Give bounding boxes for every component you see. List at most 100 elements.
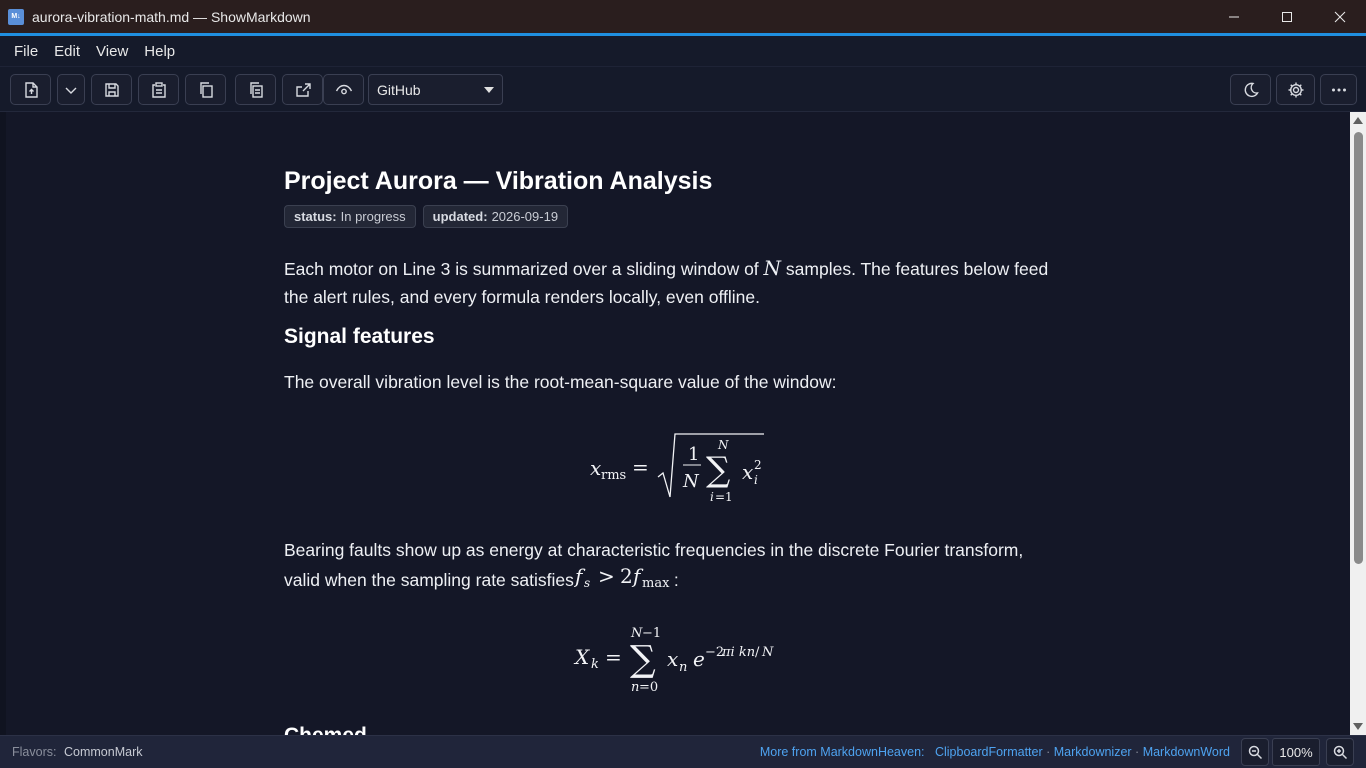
- new-file-icon: [24, 81, 38, 98]
- caret-down-icon: [484, 87, 494, 93]
- rms-formula: x rms = 1 N N ∑ i =1 x 2 i: [584, 427, 774, 507]
- status-badge: status: In progress: [284, 205, 416, 228]
- more-icon: [1331, 87, 1346, 91]
- chevron-down-icon: [65, 87, 77, 94]
- preview-eye-icon: [335, 84, 352, 94]
- zoom-out-button[interactable]: [1241, 738, 1269, 766]
- svg-text:i: i: [710, 490, 714, 504]
- left-edge: [0, 112, 6, 735]
- minimize-icon: [1228, 16, 1239, 17]
- paste-icon: [151, 81, 166, 98]
- dft-formula: X k = N −1 ∑ n =0 x n e −2 πi kn / N: [569, 620, 789, 700]
- updated-badge-value: 2026-09-19: [491, 209, 559, 224]
- link-clipboardformatter[interactable]: ClipboardFormatter: [935, 745, 1043, 759]
- style-select-value: GitHub: [377, 81, 421, 98]
- status-badge-key: status:: [294, 209, 337, 224]
- svg-text:πi kn: πi kn: [721, 645, 755, 660]
- scroll-thumb[interactable]: [1354, 132, 1363, 564]
- maximize-icon: [1281, 11, 1292, 22]
- menu-edit[interactable]: Edit: [46, 43, 88, 60]
- copy-button[interactable]: [185, 74, 226, 105]
- window-title: aurora-vibration-math.md — ShowMarkdown: [32, 8, 311, 25]
- svg-text:2: 2: [620, 566, 633, 588]
- badge-row: status: In progress updated: 2026-09-19: [284, 205, 569, 228]
- svg-text:i: i: [754, 473, 758, 487]
- svg-text:x: x: [667, 647, 678, 671]
- dft-text-end: :: [673, 570, 679, 590]
- svg-text:/: /: [755, 645, 760, 660]
- toolbar: GitHub: [0, 67, 1366, 112]
- svg-text:=: =: [605, 645, 622, 669]
- intro-text-a: Each motor on Line 3 is summarized over …: [284, 259, 764, 279]
- menu-help[interactable]: Help: [136, 43, 183, 60]
- svg-text:>: >: [598, 566, 615, 588]
- link-markdownword[interactable]: MarkdownWord: [1143, 745, 1230, 759]
- close-button[interactable]: [1313, 0, 1366, 33]
- flavors-value[interactable]: CommonMark: [64, 745, 143, 759]
- app-icon: M↓: [8, 8, 24, 25]
- vertical-scrollbar[interactable]: [1350, 112, 1366, 735]
- document-title: Project Aurora — Vibration Analysis: [284, 167, 713, 195]
- export-icon: [295, 82, 311, 97]
- copy-formatted-button[interactable]: [235, 74, 276, 105]
- paste-button[interactable]: [138, 74, 179, 105]
- more-button[interactable]: [1320, 74, 1357, 105]
- theme-moon-icon: [1244, 82, 1259, 97]
- status-badge-value: In progress: [340, 209, 406, 224]
- copy-formatted-icon: [249, 81, 263, 98]
- style-select[interactable]: GitHub: [368, 74, 503, 105]
- scroll-down-icon[interactable]: [1353, 723, 1363, 730]
- intro-line-1: Each motor on Line 3 is summarized over …: [284, 254, 1048, 283]
- zoom-level[interactable]: 100%: [1272, 738, 1320, 766]
- svg-text:X: X: [573, 645, 590, 669]
- maximize-button[interactable]: [1260, 0, 1313, 33]
- svg-text:rms: rms: [601, 468, 626, 483]
- dft-paragraph: Bearing faults show up as energy at char…: [284, 538, 1023, 592]
- svg-text:N: N: [761, 645, 774, 660]
- next-heading-partial: Chemed: [284, 724, 367, 735]
- close-icon: [1334, 11, 1345, 22]
- section-heading: Signal features: [284, 325, 435, 348]
- svg-text:k: k: [591, 657, 599, 672]
- svg-text:=1: =1: [715, 490, 733, 504]
- gear-icon: [1288, 82, 1303, 97]
- menu-file[interactable]: File: [6, 43, 46, 60]
- svg-text:∑: ∑: [630, 639, 656, 680]
- theme-toggle-button[interactable]: [1230, 74, 1271, 105]
- title-bar: M↓ aurora-vibration-math.md — ShowMarkdo…: [0, 0, 1366, 33]
- export-button[interactable]: [282, 74, 323, 105]
- svg-text:x: x: [742, 460, 753, 484]
- zoom-in-icon: [1333, 745, 1347, 759]
- updated-badge: updated: 2026-09-19: [422, 205, 569, 228]
- new-file-dropdown[interactable]: [57, 74, 85, 105]
- svg-text:max: max: [642, 576, 670, 590]
- settings-button[interactable]: [1276, 74, 1315, 105]
- intro-paragraph: Each motor on Line 3 is summarized over …: [284, 254, 1048, 311]
- svg-text:1: 1: [688, 444, 699, 465]
- menu-view[interactable]: View: [88, 43, 136, 60]
- save-icon: [104, 82, 119, 97]
- sampling-inequality: f s > 2 f max: [574, 566, 670, 590]
- dft-text-a: valid when the sampling rate satisfies: [284, 570, 574, 590]
- flavors-label: Flavors:: [12, 745, 57, 759]
- minimize-button[interactable]: [1207, 0, 1260, 33]
- status-bar: Flavors: CommonMark More from MarkdownHe…: [0, 735, 1366, 768]
- link-markdownizer[interactable]: Markdownizer: [1054, 745, 1132, 759]
- preview-pane[interactable]: Project Aurora — Vibration Analysis stat…: [0, 112, 1350, 735]
- zoom-in-button[interactable]: [1326, 738, 1354, 766]
- scroll-up-icon[interactable]: [1353, 117, 1363, 124]
- menu-bar: File Edit View Help: [0, 36, 1366, 67]
- svg-text:=0: =0: [639, 680, 658, 695]
- link-separator: ·: [1131, 745, 1143, 759]
- save-button[interactable]: [91, 74, 132, 105]
- svg-text:N: N: [682, 471, 700, 492]
- preview-button[interactable]: [323, 74, 364, 105]
- more-from-label[interactable]: More from MarkdownHeaven:: [760, 745, 925, 759]
- svg-text:2: 2: [754, 458, 762, 472]
- new-file-button[interactable]: [10, 74, 51, 105]
- svg-text:=: =: [632, 455, 649, 479]
- svg-text:x: x: [590, 456, 601, 480]
- intro-line-2: the alert rules, and every formula rende…: [284, 287, 760, 307]
- intro-math-n: N: [763, 256, 782, 280]
- svg-text:s: s: [584, 576, 590, 590]
